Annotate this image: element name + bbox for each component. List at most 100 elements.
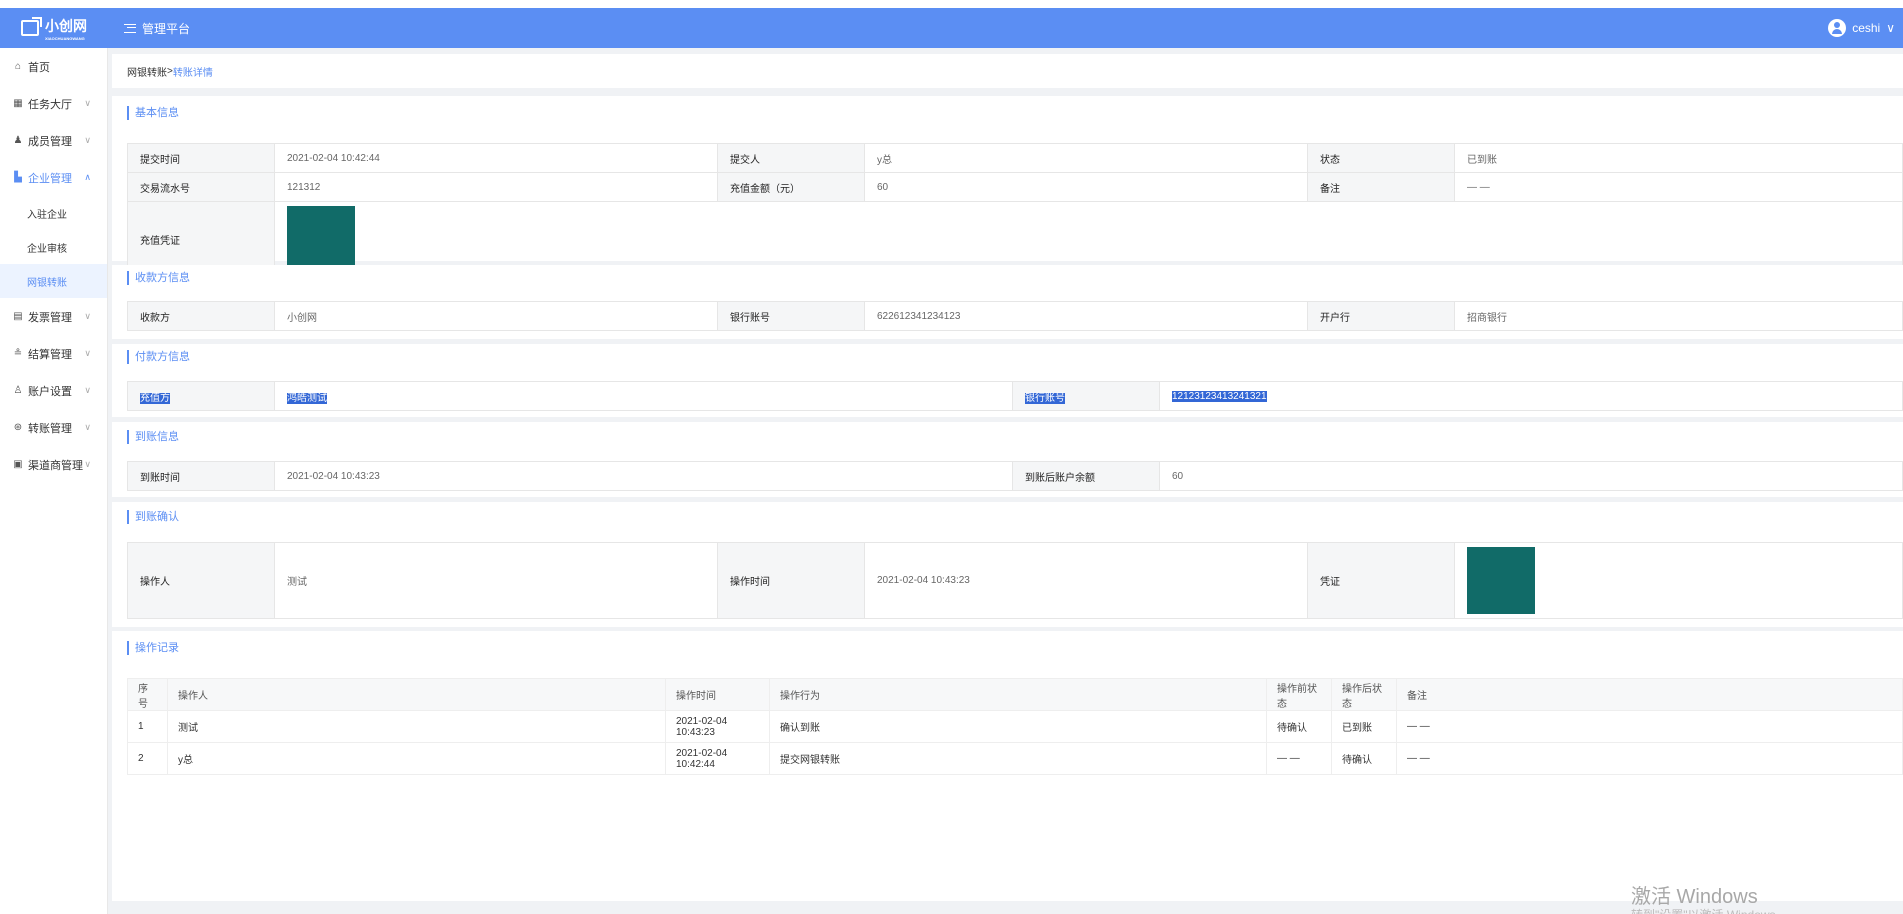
breadcrumb-current: 转账详情 [172,67,213,79]
avatar [1828,19,1847,37]
log-header-index: 序号 [127,678,168,711]
invoice-icon: ▤ [13,310,23,322]
balance-value: 60 [1159,461,1903,491]
sidebar-item-channel[interactable]: ▣ 渠道商管理 ∨ [0,446,107,483]
section-title-payer: 付款方信息 [127,350,190,364]
log-header-time: 操作时间 [665,678,770,711]
home-icon: ⌂ [14,60,22,72]
log-cell-time: 2021-02-04 10:42:44 [665,742,770,775]
transfer-icon: ⊛ [13,421,23,433]
platform-title[interactable]: 管理平台 [124,20,190,37]
serial-label: 交易流水号 [127,172,275,202]
log-header-before: 操作前状态 [1266,678,1332,711]
sidebar-item-invoice[interactable]: ▤ 发票管理 ∨ [0,298,107,335]
sidebar-item-label: 账户设置 [28,385,72,398]
remark-value: — — [1454,172,1903,202]
table-row: 2 y总 2021-02-04 10:42:44 提交网银转账 — — 待确认 … [127,742,1903,775]
logo[interactable]: 小创网 XIAOCHUANGWANG [0,16,108,41]
bank-label: 开户行 [1307,301,1455,331]
chevron-down-icon: ∨ [84,98,91,108]
payer-label: 充值方 [127,381,275,411]
section-title-arrival: 到账信息 [127,430,179,444]
sidebar-item-label: 企业管理 [28,172,72,185]
top-header: 小创网 XIAOCHUANGWANG 管理平台 ceshi ∨ [0,8,1903,48]
chevron-down-icon: ∨ [1886,21,1895,35]
settlement-icon: ≗ [13,347,23,359]
breadcrumb-parent[interactable]: 网银转账 [127,64,167,79]
log-header-remark: 备注 [1396,678,1903,711]
sidebar-item-label: 发票管理 [28,311,72,324]
payer-account-label: 银行账号 [1012,381,1160,411]
sidebar-item-transfer[interactable]: ⊛ 转账管理 ∨ [0,409,107,446]
user-icon: ♟ [13,134,23,146]
log-header-row: 序号 操作人 操作时间 操作行为 操作前状态 操作后状态 备注 [127,678,1903,711]
sidebar-subitem-settled[interactable]: 入驻企业 [0,196,107,230]
sidebar-subitem-review[interactable]: 企业审核 [0,230,107,264]
chevron-down-icon: ∨ [84,459,91,469]
arrival-time-label: 到账时间 [127,461,275,491]
log-cell-action: 提交网银转账 [769,742,1267,775]
log-cell-remark: — — [1396,742,1903,775]
voucher-image[interactable] [287,205,355,273]
log-table: 序号 操作人 操作时间 操作行为 操作前状态 操作后状态 备注 1 测试 202… [127,678,1903,775]
section-title-log: 操作记录 [127,641,179,655]
table-row: 1 测试 2021-02-04 10:43:23 确认到账 待确认 已到账 — … [127,710,1903,743]
user-menu[interactable]: ceshi ∨ [1828,8,1895,48]
breadcrumb: 网银转账 > 转账详情 [112,54,1903,88]
menu-toggle-icon[interactable] [124,23,136,33]
sidebar-item-label: 任务大厅 [28,98,72,111]
payer-info-table: 充值方 鸿皓测试 银行账号 12123123413241321 [127,381,1903,411]
sidebar-item-label: 转账管理 [28,422,72,435]
log-cell-remark: — — [1396,710,1903,743]
confirm-info-panel: 到账确认 操作人 测试 操作时间 2021-02-04 10:43:23 凭证 [112,502,1903,627]
payer-account-value: 12123123413241321 [1159,381,1903,411]
sidebar-subitem-bank-transfer[interactable]: 网银转账 [0,264,107,298]
log-header-after: 操作后状态 [1331,678,1397,711]
basic-info-table: 提交时间 2021-02-04 10:42:44 提交人 y总 状态 已到账 交… [127,143,1903,277]
log-header-action: 操作行为 [769,678,1267,711]
log-cell-operator: y总 [167,742,666,775]
windows-activation-hint: 转到"设置"以激活 Windows。 [1631,906,1788,914]
serial-value: 121312 [274,172,718,202]
sidebar-item-account[interactable]: ♙ 账户设置 ∨ [0,372,107,409]
log-header-operator: 操作人 [167,678,666,711]
section-title-basic: 基本信息 [127,106,179,120]
chevron-down-icon: ∨ [84,385,91,395]
account-icon: ♙ [13,384,23,396]
logo-text: 小创网 [45,17,87,34]
sidebar: ⌂ 首页 ▦ 任务大厅 ∨ ♟ 成员管理 ∨ ▙ 企业管理 ∧ 入驻企业 企业审… [0,48,108,914]
op-time-label: 操作时间 [717,542,865,619]
platform-title-label: 管理平台 [142,21,191,36]
building-icon: ▙ [14,171,22,183]
arrival-time-value: 2021-02-04 10:43:23 [274,461,1013,491]
chevron-down-icon: ∨ [84,311,91,321]
operator-value: 测试 [274,542,718,619]
channel-icon: ▣ [13,458,23,470]
sidebar-item-label: 成员管理 [28,135,72,148]
confirm-voucher-cell [1454,542,1903,619]
confirm-info-table: 操作人 测试 操作时间 2021-02-04 10:43:23 凭证 [127,542,1903,619]
sidebar-item-members[interactable]: ♟ 成员管理 ∨ [0,122,107,159]
sidebar-item-enterprise[interactable]: ▙ 企业管理 ∧ [0,159,107,196]
chevron-up-icon: ∧ [84,172,91,182]
sidebar-item-tasks[interactable]: ▦ 任务大厅 ∨ [0,85,107,122]
log-cell-time: 2021-02-04 10:43:23 [665,710,770,743]
operator-label: 操作人 [127,542,275,619]
op-time-value: 2021-02-04 10:43:23 [864,542,1308,619]
amount-label: 充值金额（元） [717,172,865,202]
payee-info-table: 收款方 小创网 银行账号 622612341234123 开户行 招商银行 [127,301,1903,331]
payee-account-label: 银行账号 [717,301,865,331]
confirm-voucher-image[interactable] [1467,547,1535,614]
log-cell-operator: 测试 [167,710,666,743]
section-title-payee: 收款方信息 [127,271,190,285]
payee-value: 小创网 [274,301,718,331]
sidebar-item-home[interactable]: ⌂ 首页 [0,48,107,85]
status-label: 状态 [1307,143,1455,173]
sidebar-item-label: 首页 [28,61,50,74]
log-cell-index: 2 [127,742,168,775]
sidebar-item-settlement[interactable]: ≗ 结算管理 ∨ [0,335,107,372]
basic-info-panel: 基本信息 提交时间 2021-02-04 10:42:44 提交人 y总 状态 … [112,96,1903,277]
submitter-value: y总 [864,143,1308,173]
chevron-down-icon: ∨ [84,348,91,358]
payee-label: 收款方 [127,301,275,331]
